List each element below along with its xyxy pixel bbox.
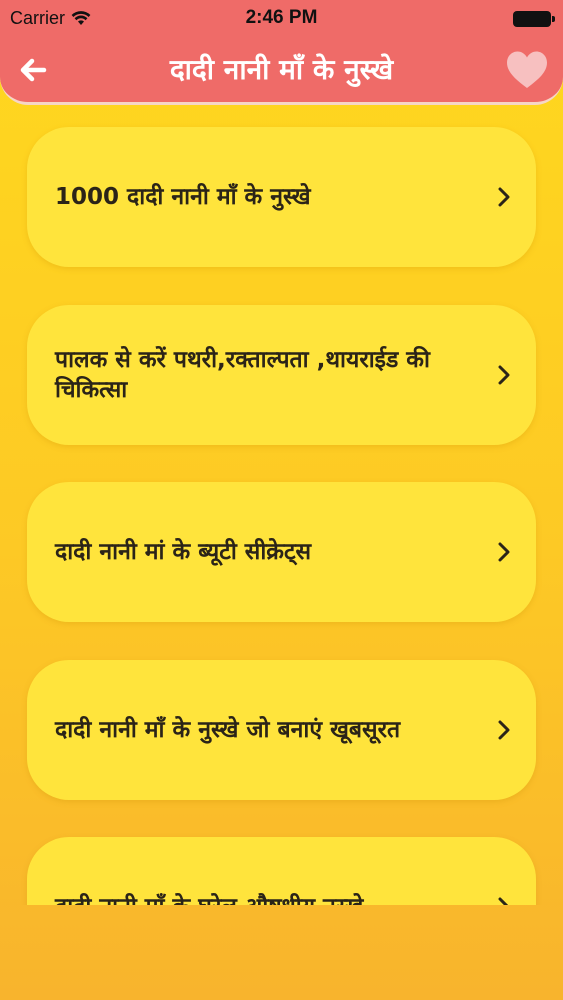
clock: 2:46 PM (245, 7, 318, 28)
list-item-label: दादी नानी माँ के नुस्खे जो बनाएं खूबसूरत (55, 717, 401, 743)
list-item[interactable]: दादी नानी माँ के नुस्खे जो बनाएं खूबसूरत (27, 660, 536, 800)
list-item-label: पालक से करें पथरी,रक्ताल्पता ,थायराईड की… (55, 347, 430, 403)
chevron-right-icon (498, 542, 510, 562)
page-title: दादी नानी माँ के नुस्खे (169, 53, 394, 86)
list-item-label: दादी नानी मां के ब्यूटी सीक्रेट्स (55, 539, 312, 565)
list-item[interactable]: दादी नानी मां के ब्यूटी सीक्रेट्स (27, 482, 536, 622)
navigation-bar: दादी नानी माँ के नुस्खे (0, 40, 563, 100)
chevron-right-icon (498, 365, 510, 385)
list-item[interactable]: 1000 दादी नानी माँ के नुस्खे (27, 127, 536, 267)
list-item[interactable]: पालक से करें पथरी,रक्ताल्पता ,थायराईड की… (27, 305, 536, 445)
status-bar: Carrier 2:46 PM (0, 0, 563, 40)
app-header: Carrier 2:46 PM दादी नानी माँ के नुस्खे (0, 0, 563, 105)
remedy-list: 1000 दादी नानी माँ के नुस्खे पालक से करे… (0, 105, 563, 905)
battery-icon (513, 11, 555, 27)
heart-icon[interactable] (505, 50, 549, 90)
chevron-right-icon (498, 720, 510, 740)
list-item-label: 1000 दादी नानी माँ के नुस्खे (55, 184, 311, 210)
back-arrow-icon[interactable] (16, 53, 50, 87)
list-item-label: दादी नानी माँ के घरेलु औषधीय नुस्खे (55, 892, 363, 905)
chevron-right-icon (498, 897, 509, 905)
list-item[interactable]: दादी नानी माँ के घरेलु औषधीय नुस्खे (27, 837, 536, 905)
chevron-right-icon (498, 187, 510, 207)
